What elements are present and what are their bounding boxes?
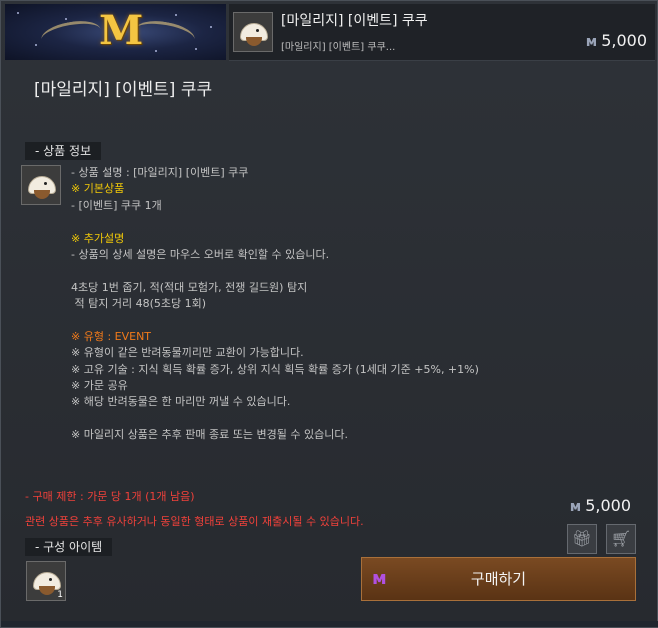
product-info-label: - 상품 정보 <box>25 142 102 160</box>
mileage-icon: ᴍ <box>372 568 387 589</box>
header-subtitle: [마일리지] [이벤트] 쿠쿠... <box>281 42 396 53</box>
product-item-icon[interactable] <box>21 165 61 205</box>
description-line: ※ 마일리지 상품은 추후 판매 종료 또는 변경될 수 있습니다. <box>71 428 348 442</box>
price-display: ᴍ 5,000 <box>570 496 631 515</box>
mileage-logo: M <box>99 7 144 54</box>
gift-button[interactable]: 🎁︎ <box>567 524 597 554</box>
kuku-item-icon <box>233 12 273 52</box>
mileage-banner: M <box>5 4 226 60</box>
gift-icon: 🎁︎ <box>571 529 593 548</box>
description-line <box>71 411 591 427</box>
header-title: [마일리지] [이벤트] 쿠쿠 <box>281 13 428 29</box>
component-item-icon[interactable]: 1 <box>26 561 66 601</box>
description-line: ※ 추가설명 <box>71 231 125 245</box>
mileage-icon: ᴍ <box>585 34 598 50</box>
description-line: - 상품의 상세 설명은 마우스 오버로 확인할 수 있습니다. <box>71 247 330 261</box>
description-line <box>71 214 591 230</box>
description-line: ※ 기본상품 <box>71 182 125 196</box>
rerelease-notice: 관련 상품은 추후 유사하거나 동일한 형태로 상품이 재출시될 수 있습니다. <box>25 515 364 528</box>
purchase-limit: - 구매 제한 : 가문 당 1개 (1개 남음) <box>25 490 195 503</box>
banner-wing-left <box>39 16 103 53</box>
component-quantity: 1 <box>57 590 63 600</box>
description-line: ※ 유형이 같은 반려동물끼리만 교환이 가능합니다. <box>71 346 304 360</box>
price-value: 5,000 <box>585 496 631 515</box>
components-label: - 구성 아이템 <box>25 538 113 556</box>
description-line: ※ 유형 : EVENT <box>71 329 152 343</box>
bottom-strip <box>1 621 658 627</box>
page-title: [마일리지] [이벤트] 쿠쿠 <box>34 80 213 100</box>
description-line <box>71 263 591 279</box>
buy-button-label: 구매하기 <box>470 570 527 588</box>
shop-window: M [마일리지] [이벤트] 쿠쿠 [마일리지] [이벤트] 쿠쿠... ᴍ 5,… <box>0 0 658 628</box>
description-line: ※ 고유 기술 : 지식 획득 확률 증가, 상위 지식 획득 확률 증가 (1… <box>71 362 479 376</box>
cart-icon: 🛒︎ <box>610 529 632 548</box>
description-line <box>71 313 591 329</box>
description-line: ※ 해당 반려동물은 한 마리만 꺼낼 수 있습니다. <box>71 395 291 409</box>
product-description: - 상품 설명 : [마일리지] [이벤트] 쿠쿠 ※ 기본상품 - [이벤트] 쿠… <box>71 165 591 444</box>
buy-button[interactable]: ᴍ 구매하기 <box>361 557 636 601</box>
description-line: - [이벤트] 쿠쿠 1개 <box>71 198 162 212</box>
description-line: 4초당 1번 줍기, 적(적대 모험가, 전쟁 길드원) 탐지 <box>71 280 308 294</box>
description-line: 적 탐지 거리 48(5초당 1회) <box>71 297 207 311</box>
mileage-icon: ᴍ <box>569 499 582 515</box>
description-line: ※ 가문 공유 <box>71 379 128 393</box>
header-price-value: 5,000 <box>601 31 647 50</box>
header-price: ᴍ 5,000 <box>586 31 647 50</box>
description-line: - 상품 설명 : [마일리지] [이벤트] 쿠쿠 <box>71 166 249 179</box>
add-to-cart-button[interactable]: 🛒︎ <box>606 524 636 554</box>
